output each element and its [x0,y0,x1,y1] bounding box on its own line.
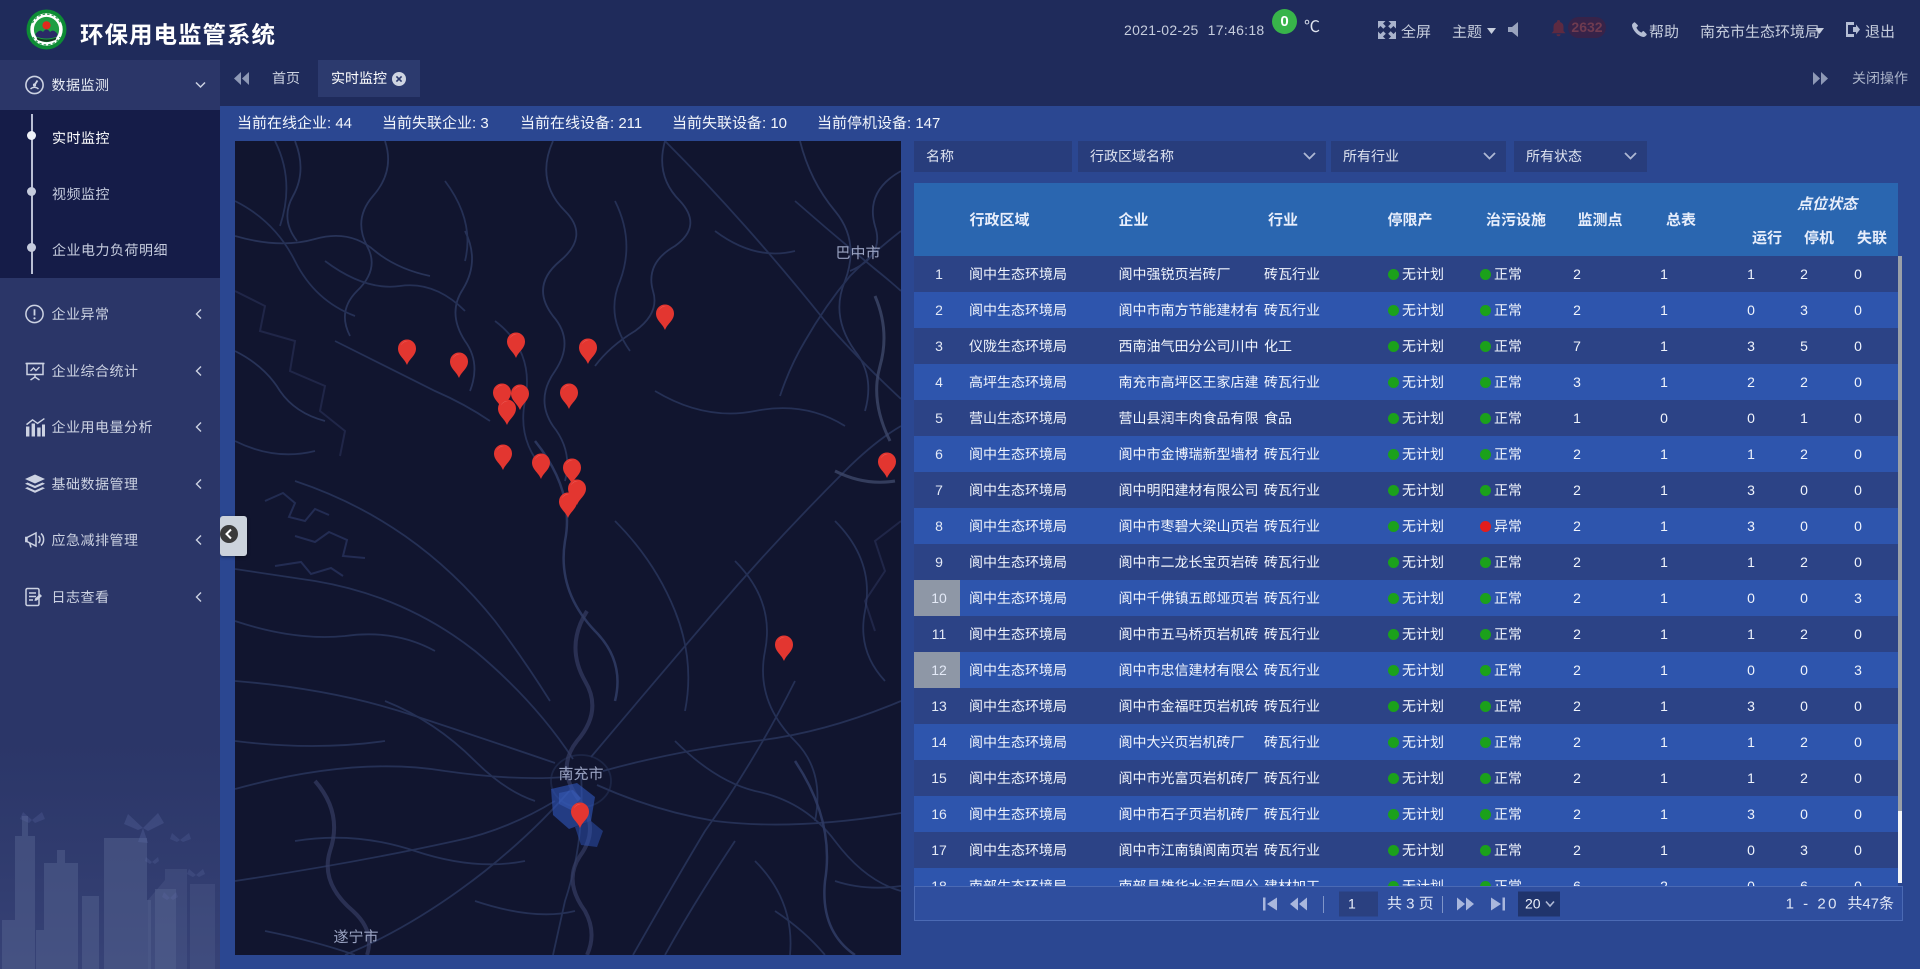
svg-text:遂宁市: 遂宁市 [333,926,378,947]
svg-text:巴中市: 巴中市 [835,242,880,263]
svg-text:南充市: 南充市 [558,763,603,784]
